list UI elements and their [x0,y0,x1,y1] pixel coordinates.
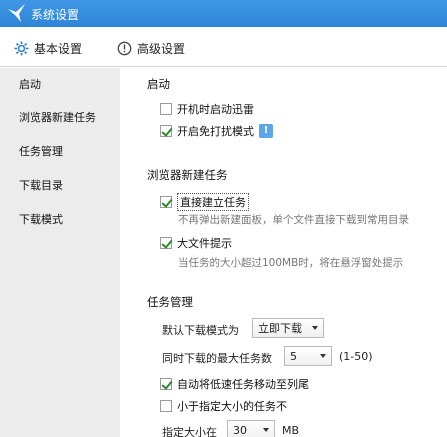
section-title-browser-new-task: 浏览器新建任务 [147,168,228,182]
settings-panel: 启动 开机时启动迅雷 开启免打扰模式 ! 浏览器新建任务 直接建立任务 不再弹出… [120,68,447,437]
sidebar-item-download-mode[interactable]: 下载模式 [0,205,120,235]
option-direct-create[interactable]: 直接建立任务 [160,193,249,211]
tab-advanced-settings-label: 高级设置 [137,41,186,56]
default-mode-value: 立即下载 [258,322,302,335]
default-mode-label: 默认下载模式为 [162,324,239,337]
option-autostart[interactable]: 开机时启动迅雷 [160,101,254,117]
info-circle-icon [117,41,132,56]
move-slow-tasks-label: 自动将低速任务移动至列尾 [177,378,309,391]
section-title-startup: 启动 [147,77,170,91]
direct-create-description: 不再弹出新建面板，单个文件直接下载到常用目录 [178,214,409,226]
sidebar-item-browser-new-task[interactable]: 浏览器新建任务 [0,103,120,133]
default-mode-select[interactable]: 立即下载 [252,318,324,338]
chevron-down-icon [320,354,326,358]
tab-advanced-settings[interactable]: 高级设置 [117,38,185,58]
move-slow-tasks-checkbox[interactable] [160,378,172,390]
title-bar: 系统设置 [0,0,447,27]
big-file-tip-description: 当任务的大小超过100MB时，将在悬浮窗处提示 [178,257,404,269]
chevron-down-icon [263,428,269,432]
sidebar-item-download-directory[interactable]: 下载目录 [0,171,120,201]
direct-create-checkbox[interactable] [160,196,172,208]
option-small-tasks[interactable]: 小于指定大小的任务不 [160,398,287,414]
tab-basic-settings-label: 基本设置 [34,41,83,56]
section-title-task-management: 任务管理 [147,295,193,309]
max-tasks-label: 同时下载的最大任务数 [162,352,272,365]
big-file-tip-checkbox[interactable] [160,237,172,249]
no-disturb-checkbox[interactable] [160,125,172,137]
autostart-checkbox[interactable] [160,103,172,115]
small-tasks-label: 小于指定大小的任务不 [177,400,287,413]
sidebar: 启动 浏览器新建任务 任务管理 下载目录 下载模式 [0,68,120,437]
max-tasks-range: (1-50) [339,350,373,363]
sidebar-item-task-management[interactable]: 任务管理 [0,137,120,167]
size-select[interactable]: 30 [227,420,275,437]
settings-tab-bar: 基本设置 高级设置 [0,27,447,67]
size-unit: MB [282,424,300,437]
help-tip-icon[interactable]: ! [259,124,273,138]
autostart-label: 开机时启动迅雷 [177,103,254,116]
max-tasks-select[interactable]: 5 [284,346,332,366]
tab-basic-settings[interactable]: 基本设置 [14,38,82,58]
big-file-tip-label: 大文件提示 [177,237,232,250]
no-disturb-label: 开启免打扰模式 [177,125,254,138]
option-big-file-tip[interactable]: 大文件提示 [160,235,232,251]
direct-create-label: 直接建立任务 [177,193,249,211]
chevron-down-icon [312,326,318,330]
option-move-slow-tasks[interactable]: 自动将低速任务移动至列尾 [160,376,309,392]
small-tasks-checkbox[interactable] [160,400,172,412]
size-label: 指定大小在 [162,426,217,437]
thunder-bird-logo-icon [6,3,28,23]
size-value: 30 [233,423,247,437]
gear-icon [14,41,29,56]
max-tasks-value: 5 [290,349,297,363]
option-no-disturb[interactable]: 开启免打扰模式 ! [160,123,273,139]
sidebar-item-startup[interactable]: 启动 [0,70,120,100]
window-title: 系统设置 [31,8,80,22]
